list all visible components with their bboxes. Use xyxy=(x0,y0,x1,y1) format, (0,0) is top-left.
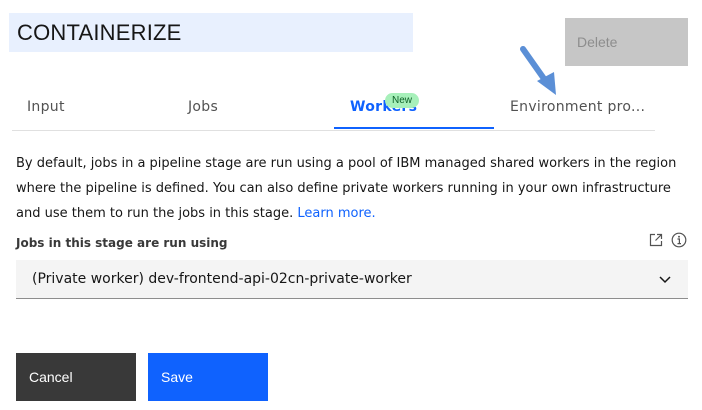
learn-more-link[interactable]: Learn more. xyxy=(297,206,375,221)
worker-field-label: Jobs in this stage are run using xyxy=(16,236,228,250)
save-button[interactable]: Save xyxy=(148,353,268,401)
workers-description: By default, jobs in a pipeline stage are… xyxy=(16,151,688,226)
chevron-down-icon xyxy=(659,276,671,284)
stage-name-field[interactable]: CONTAINERIZE xyxy=(9,13,413,52)
tab-environment-properties[interactable]: Environment pro... xyxy=(494,87,655,129)
worker-select[interactable]: (Private worker) dev-frontend-api-02cn-p… xyxy=(16,260,688,299)
tab-input[interactable]: Input xyxy=(12,87,172,129)
external-link-icon[interactable] xyxy=(649,233,663,247)
tab-jobs[interactable]: Jobs xyxy=(172,87,334,129)
cancel-button[interactable]: Cancel xyxy=(16,353,136,401)
info-icon[interactable] xyxy=(671,232,687,248)
worker-select-value: (Private worker) dev-frontend-api-02cn-p… xyxy=(32,271,412,287)
new-badge: New xyxy=(385,93,420,108)
delete-button[interactable]: Delete xyxy=(565,18,688,66)
tab-bar: Input Jobs Workers Environment pro... xyxy=(12,87,655,131)
